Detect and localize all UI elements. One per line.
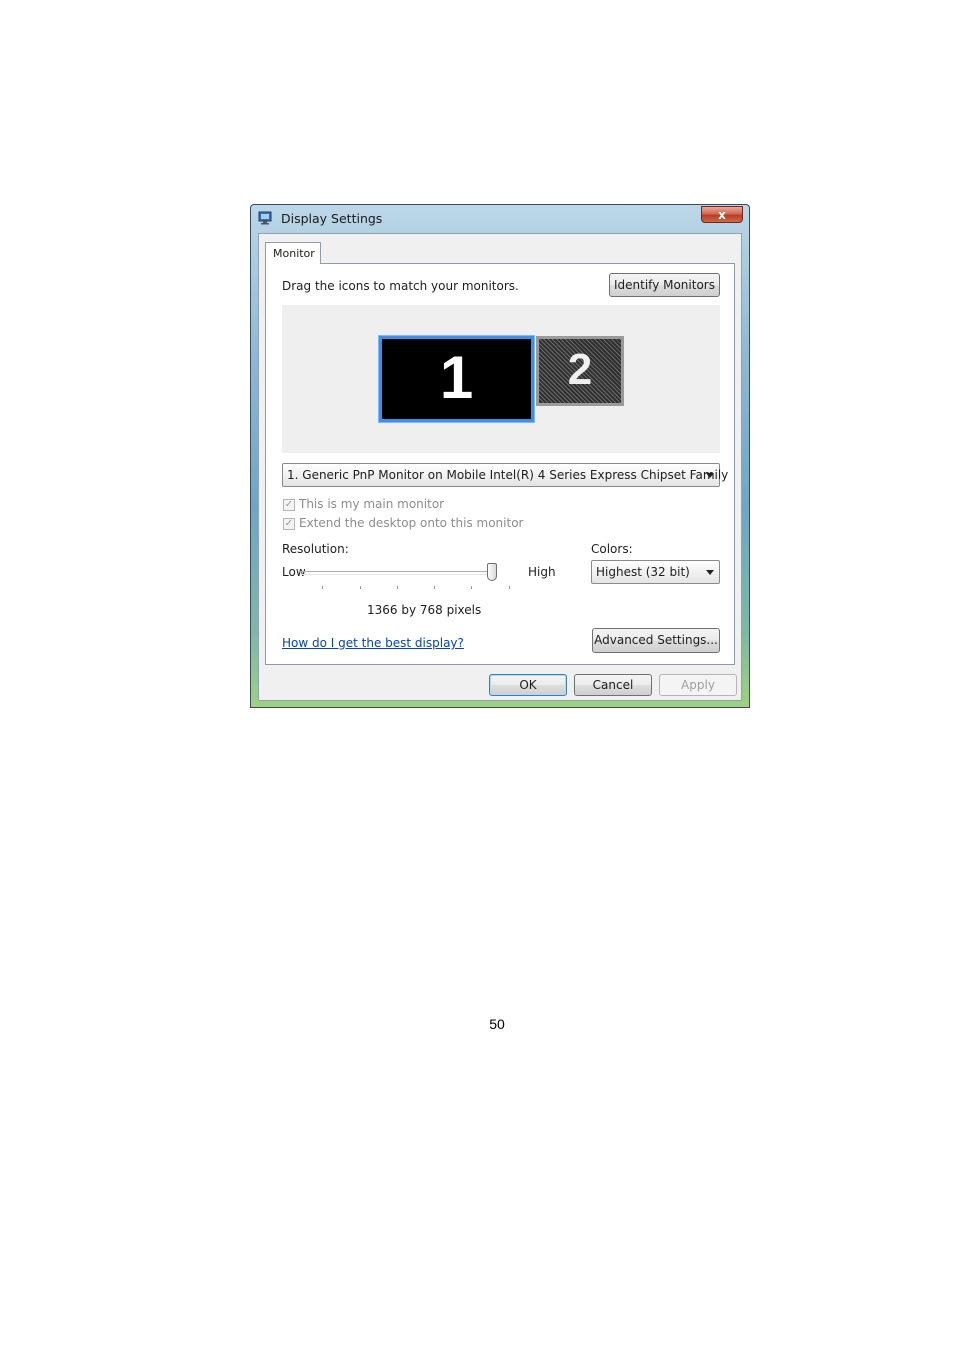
monitor-select[interactable]: 1. Generic PnP Monitor on Mobile Intel(R… — [282, 463, 728, 487]
monitor-2-number: 2 — [567, 345, 593, 394]
extend-desktop-label: Extend the desktop onto this monitor — [299, 516, 524, 530]
monitor-select-value: 1. Generic PnP Monitor on Mobile Intel(R… — [287, 468, 729, 482]
monitor-2-icon[interactable]: 2 — [536, 336, 624, 406]
display-settings-window: Display Settings x Monitor Drag the icon… — [250, 204, 750, 708]
slider-tick — [471, 586, 472, 589]
chevron-down-icon — [706, 473, 714, 478]
cancel-button[interactable]: Cancel — [574, 674, 652, 696]
close-button[interactable]: x — [701, 206, 743, 223]
dialog-client-area: Monitor Drag the icons to match your mon… — [258, 233, 742, 701]
arrange-instruction: Drag the icons to match your monitors. — [282, 279, 519, 293]
main-monitor-checkbox[interactable]: ✓ — [283, 499, 295, 511]
slider-tick — [509, 586, 510, 589]
slider-tick — [360, 586, 361, 589]
extend-desktop-checkbox[interactable]: ✓ — [283, 518, 295, 530]
main-monitor-label: This is my main monitor — [299, 497, 445, 511]
resolution-label: Resolution: — [282, 542, 349, 556]
identify-monitors-button[interactable]: Identify Monitors — [609, 273, 720, 297]
monitor-1-icon[interactable]: 1 — [378, 335, 535, 423]
close-icon: x — [718, 208, 726, 222]
monitor-1-number: 1 — [439, 344, 474, 411]
slider-tick — [322, 586, 323, 589]
colors-select-value: Highest (32 bit) — [596, 565, 690, 579]
apply-button[interactable]: Apply — [659, 674, 737, 696]
help-link[interactable]: How do I get the best display? — [282, 636, 464, 650]
slider-tick — [397, 586, 398, 589]
window-title: Display Settings — [281, 211, 383, 226]
display-settings-icon — [258, 211, 272, 225]
advanced-settings-button[interactable]: Advanced Settings... — [592, 628, 720, 653]
resolution-high-label: High — [528, 565, 556, 579]
ok-button[interactable]: OK — [489, 674, 567, 696]
colors-select[interactable]: Highest (32 bit) — [591, 560, 720, 584]
resolution-slider-thumb[interactable] — [487, 563, 497, 581]
slider-tick — [434, 586, 435, 589]
monitor-arrangement-area: 1 2 — [282, 305, 720, 453]
monitor-tab-panel: Drag the icons to match your monitors. I… — [265, 263, 735, 665]
title-bar[interactable]: Display Settings x — [251, 205, 749, 233]
colors-label: Colors: — [591, 542, 633, 556]
page-number: 50 — [489, 1016, 505, 1032]
chevron-down-icon — [706, 570, 714, 575]
resolution-slider-track[interactable] — [300, 571, 495, 575]
resolution-value: 1366 by 768 pixels — [367, 603, 482, 617]
tab-monitor[interactable]: Monitor — [265, 242, 321, 264]
